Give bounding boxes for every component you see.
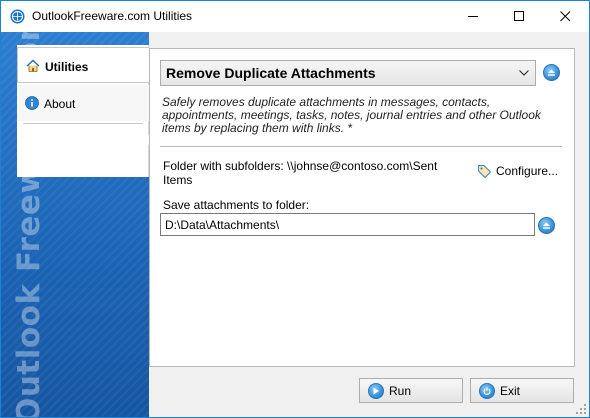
sidebar-item-about[interactable]: About	[17, 85, 149, 121]
utility-dropdown[interactable]: Remove Duplicate Attachments	[160, 60, 536, 86]
eject-icon	[543, 222, 550, 229]
close-icon	[560, 11, 571, 22]
utility-panel: Remove Duplicate Attachments Safely remo…	[149, 48, 575, 367]
collapse-description-button[interactable]	[543, 64, 560, 81]
play-icon	[368, 383, 384, 399]
power-icon	[479, 383, 495, 399]
title-bar: OutlookFreeware.com Utilities	[1, 1, 589, 32]
sidebar-item-label: About	[44, 97, 76, 111]
sidebar-nav: Utilities About	[17, 45, 149, 177]
chevron-down-icon	[519, 70, 529, 76]
window-title: OutlookFreeware.com Utilities	[32, 9, 193, 23]
outlookfreeware-logo-icon	[10, 9, 25, 24]
utility-description: Safely removes duplicate attachments in …	[162, 95, 541, 135]
tag-icon	[477, 164, 492, 182]
minimize-button[interactable]	[451, 1, 497, 32]
section-divider	[160, 146, 562, 147]
app-window: OutlookFreeware.com Utilities Outlook Fr…	[0, 0, 590, 418]
maximize-icon	[514, 11, 524, 21]
minimize-icon	[468, 16, 478, 17]
browse-folder-button[interactable]	[538, 217, 555, 234]
exit-button[interactable]: Exit	[470, 378, 574, 403]
utility-dropdown-value: Remove Duplicate Attachments	[166, 65, 376, 81]
maximize-button[interactable]	[497, 1, 543, 32]
configure-label: Configure...	[496, 164, 559, 178]
run-label: Run	[389, 384, 412, 398]
run-button[interactable]: Run	[359, 378, 463, 403]
info-icon	[25, 96, 39, 110]
configure-link[interactable]: Configure...	[477, 163, 563, 181]
eject-icon	[548, 69, 555, 76]
resize-grip-icon[interactable]	[576, 404, 586, 414]
sidebar-item-label: Utilities	[45, 60, 89, 74]
save-folder-input[interactable]	[160, 213, 535, 236]
sidebar-item-utilities[interactable]: Utilities	[17, 47, 149, 83]
close-button[interactable]	[543, 1, 589, 32]
nav-divider	[23, 123, 143, 124]
exit-label: Exit	[500, 384, 521, 398]
home-icon	[26, 59, 40, 73]
save-folder-label: Save attachments to folder:	[163, 198, 310, 212]
folder-path-label: Folder with subfolders: \\johnse@contoso…	[163, 159, 438, 187]
